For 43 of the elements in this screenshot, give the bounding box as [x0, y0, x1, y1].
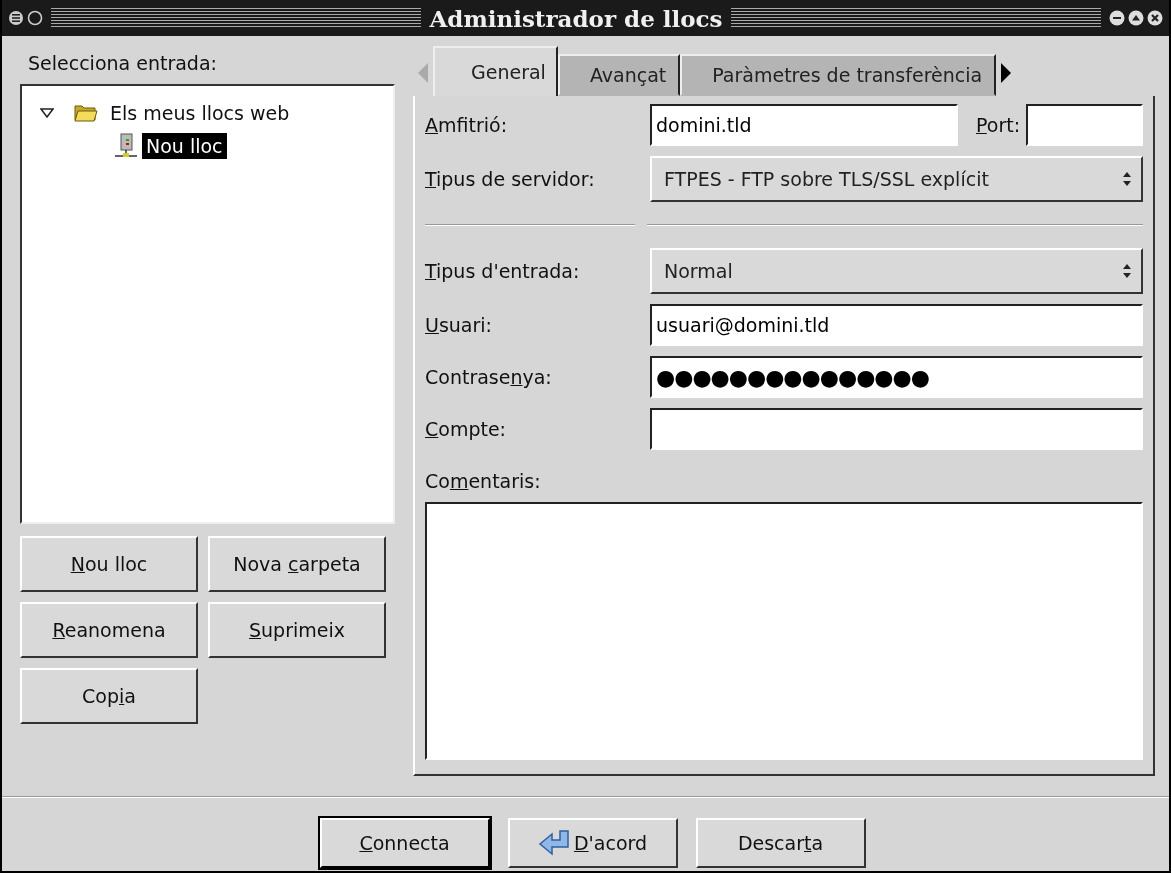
- scroll-right-icon[interactable]: [1000, 62, 1013, 84]
- server-icon: [114, 133, 138, 159]
- window-title: Administrador de llocs: [429, 4, 723, 32]
- field-label: Comentaris:: [425, 470, 542, 492]
- server-type-dropdown[interactable]: FTPES - FTP sobre TLS/SSL explícit: [650, 156, 1143, 202]
- collapse-icon[interactable]: [40, 108, 54, 118]
- port-field[interactable]: [1026, 104, 1143, 146]
- sticky-icon[interactable]: [27, 10, 43, 26]
- close-icon[interactable]: [1147, 10, 1163, 26]
- tree-item[interactable]: Els meus llocs web: [106, 100, 294, 126]
- field-label: Tipus de servidor:: [425, 168, 596, 190]
- field-label: Amfitrió:: [425, 114, 509, 136]
- field-label: Contrasenya:: [425, 366, 553, 388]
- user-field[interactable]: usuari@domini.tld: [650, 304, 1143, 346]
- tab[interactable]: Avançat: [557, 54, 681, 96]
- field-label: Port:: [976, 114, 1021, 136]
- cancel-button[interactable]: Descarta: [695, 818, 866, 868]
- password-field[interactable]: ●●●●●●●●●●●●●●●: [650, 356, 1143, 398]
- spinner-arrows-icon: [1121, 170, 1133, 188]
- menu-icon[interactable]: [8, 10, 24, 26]
- spinner-arrows-icon: [1121, 262, 1133, 280]
- tree-item[interactable]: Nou lloc: [142, 133, 227, 159]
- host-field[interactable]: domini.tld: [650, 104, 958, 146]
- field-label: Tipus d'entrada:: [425, 260, 581, 282]
- action-button[interactable]: Copia: [20, 668, 198, 724]
- tab[interactable]: General: [433, 46, 558, 96]
- enter-arrow-icon: [537, 829, 572, 857]
- field-label: Usuari:: [425, 314, 493, 336]
- field-label: Compte:: [425, 418, 507, 440]
- action-button[interactable]: Nova carpeta: [208, 536, 386, 592]
- action-button[interactable]: Suprimeix: [208, 602, 386, 658]
- ok-button[interactable]: D'acord: [507, 818, 678, 868]
- action-button[interactable]: Nou lloc: [20, 536, 198, 592]
- logon-type-dropdown[interactable]: Normal: [650, 248, 1143, 294]
- comments-field[interactable]: [425, 502, 1143, 760]
- action-button[interactable]: Reanomena: [20, 602, 198, 658]
- minimize-icon[interactable]: [1109, 10, 1125, 26]
- tab[interactable]: Paràmetres de transferència: [680, 54, 997, 96]
- maximize-icon[interactable]: [1128, 10, 1144, 26]
- account-field[interactable]: [650, 408, 1143, 450]
- connect-button[interactable]: Connecta: [319, 818, 490, 868]
- folder-icon: [74, 103, 98, 123]
- tree-label: Selecciona entrada:: [28, 52, 218, 74]
